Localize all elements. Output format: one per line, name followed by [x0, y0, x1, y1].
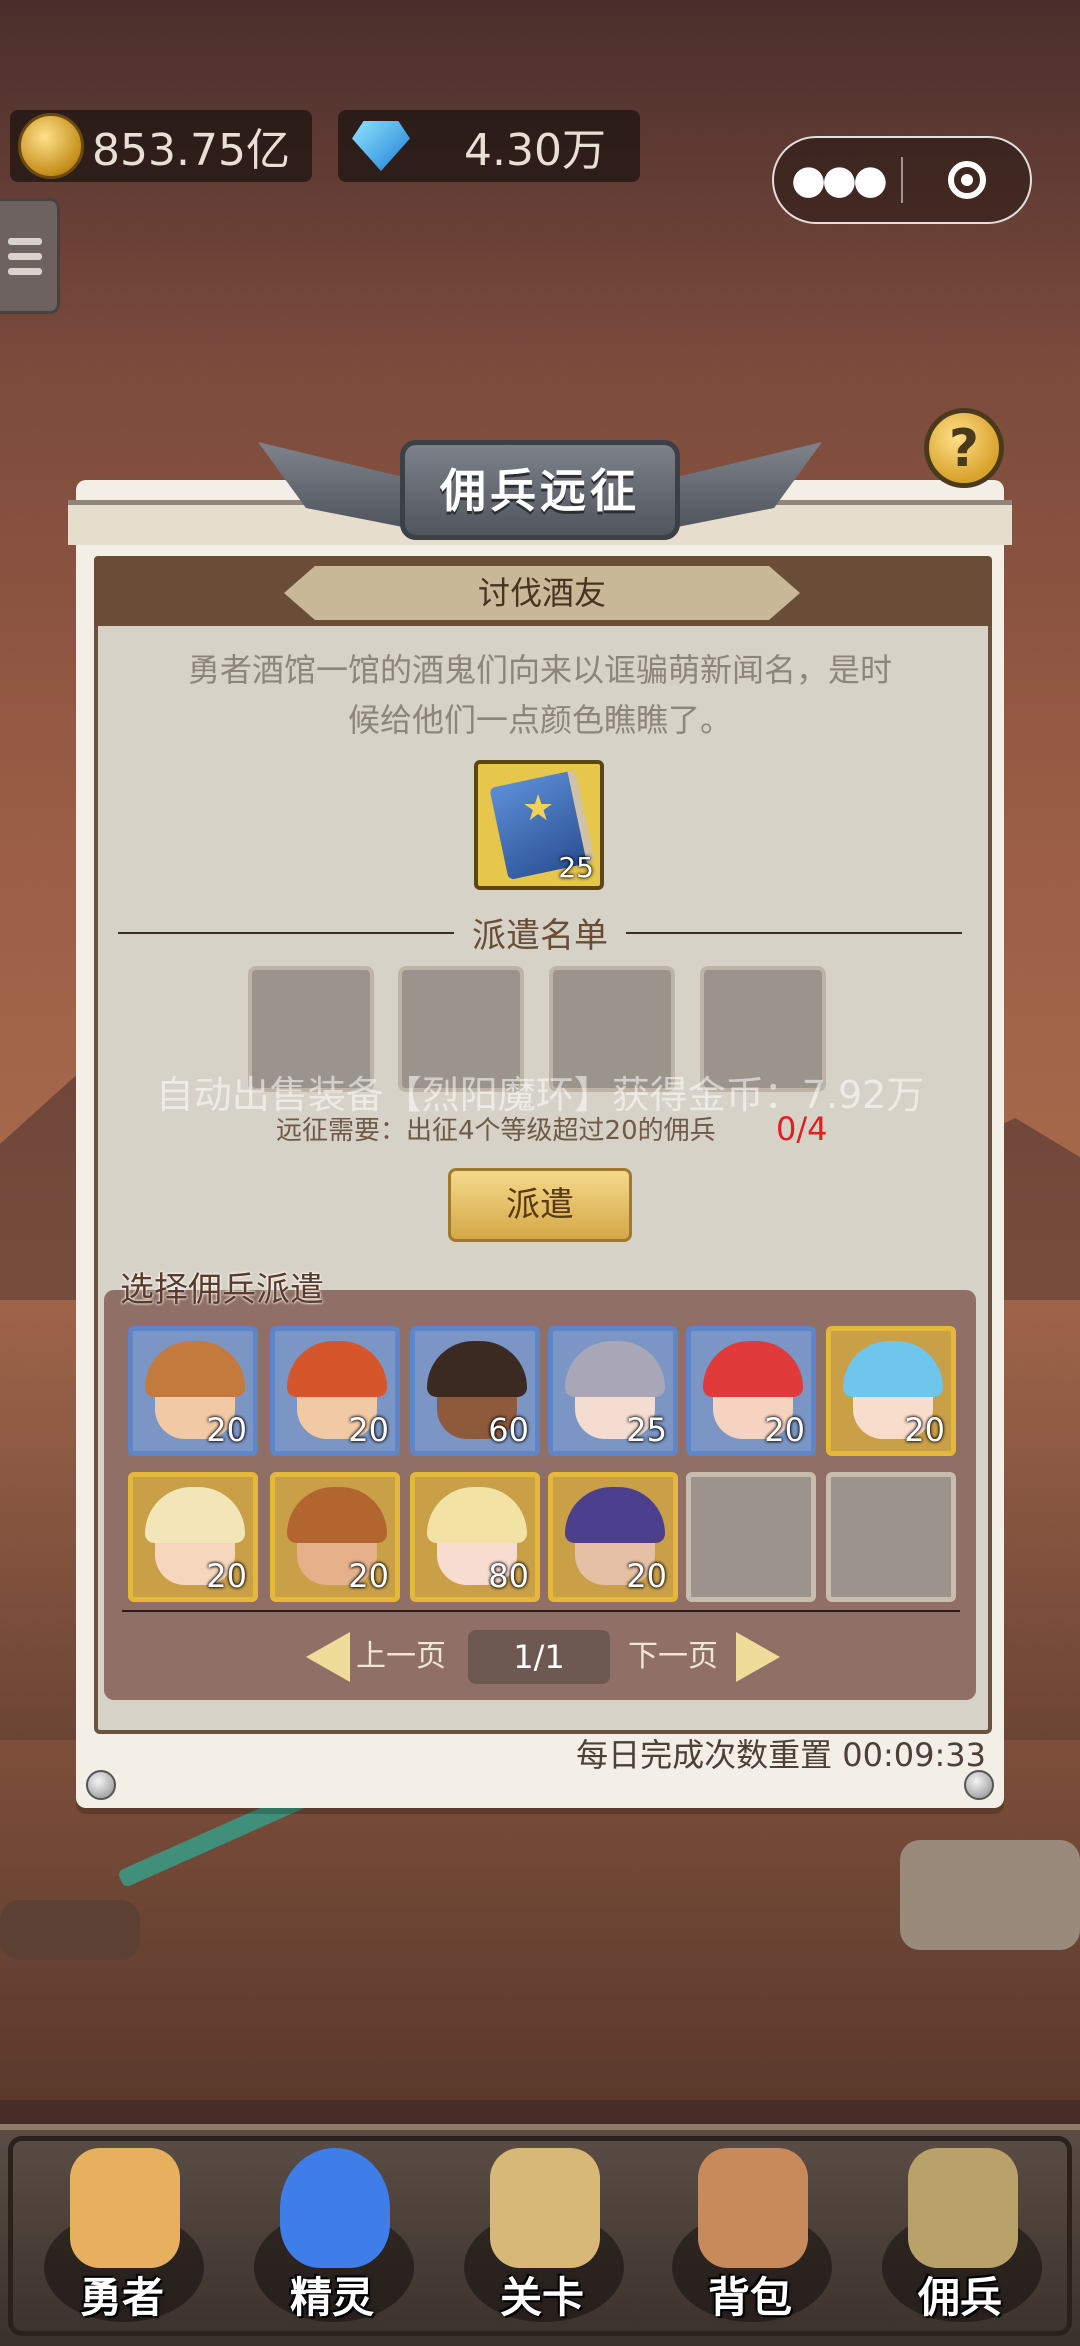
- background-rock: [900, 1840, 1080, 1950]
- help-button[interactable]: ?: [924, 408, 1004, 488]
- daily-reset-timer: 每日完成次数重置 00:09:33: [576, 1736, 986, 1774]
- hero-card[interactable]: 60: [410, 1326, 540, 1456]
- reward-count: 25: [558, 851, 594, 884]
- hero-level: 60: [488, 1411, 529, 1449]
- menu-line: [8, 237, 42, 245]
- hero-level: 20: [904, 1411, 945, 1449]
- nav-item-label: 背包: [707, 2273, 792, 2322]
- page-indicator: 1/1: [468, 1630, 610, 1684]
- mercenary-helmet-icon: [908, 2148, 1018, 2268]
- nav-item[interactable]: 背包: [650, 2140, 850, 2336]
- rivet-icon: [964, 1770, 994, 1800]
- hero-hair: [427, 1487, 527, 1543]
- backpack-icon: [698, 2148, 808, 2268]
- mission-description: 勇者酒馆一馆的酒鬼们向来以诓骗萌新闻名，是时 候给他们一点颜色瞧瞧了。: [130, 645, 950, 745]
- hero-card[interactable]: 20: [270, 1472, 400, 1602]
- hero-level: 20: [206, 1557, 247, 1595]
- hero-hair: [145, 1341, 245, 1397]
- nav-item-label: 佣兵: [917, 2273, 1002, 2322]
- side-menu-button[interactable]: [0, 198, 60, 314]
- requirement-text: 远征需要：出征4个等级超过20的佣兵: [276, 1116, 716, 1146]
- hero-card[interactable]: 20: [128, 1472, 258, 1602]
- spirit-icon: [280, 2148, 390, 2268]
- hero-hair: [703, 1341, 803, 1397]
- divider-left: [118, 932, 454, 934]
- mission-title: 讨伐酒友: [477, 574, 606, 612]
- rivet-icon: [86, 1770, 116, 1800]
- empty-hero-slot: [826, 1472, 956, 1602]
- hero-card[interactable]: 20: [826, 1326, 956, 1456]
- nav-item[interactable]: 勇者: [22, 2140, 222, 2336]
- next-page-button[interactable]: 下一页: [628, 1630, 718, 1684]
- roster-divider: [122, 1610, 960, 1612]
- dispatch-button[interactable]: 派遣: [448, 1168, 632, 1242]
- gem-counter: 4.30万: [338, 110, 640, 182]
- hero-card[interactable]: 20: [270, 1326, 400, 1456]
- hero-icon: [70, 2148, 180, 2268]
- hero-card[interactable]: 20: [548, 1472, 678, 1602]
- more-dots-icon[interactable]: ●●●: [774, 138, 901, 222]
- hero-card[interactable]: 25: [548, 1326, 678, 1456]
- hero-level: 20: [348, 1557, 389, 1595]
- description-line: 候给他们一点颜色瞧瞧了。: [347, 701, 732, 739]
- hero-hair: [843, 1341, 943, 1397]
- select-label: 选择佣兵派遣: [120, 1270, 324, 1310]
- hero-hair: [565, 1341, 665, 1397]
- hero-hair: [287, 1341, 387, 1397]
- hero-level: 20: [764, 1411, 805, 1449]
- nav-item-label: 精灵: [289, 2273, 374, 2322]
- hero-hair: [145, 1487, 245, 1543]
- hero-card[interactable]: 20: [128, 1326, 258, 1456]
- background-rock: [0, 1900, 140, 1960]
- hero-level: 25: [626, 1411, 667, 1449]
- menu-line: [8, 267, 42, 275]
- nav-item[interactable]: 精灵: [232, 2140, 432, 2336]
- mini-program-capsule: ●●●: [772, 136, 1032, 224]
- hero-level: 20: [206, 1411, 247, 1449]
- gold-coin-icon: [18, 113, 84, 179]
- nav-item[interactable]: 佣兵: [860, 2140, 1060, 2336]
- hero-hair: [565, 1487, 665, 1543]
- diamond-icon: [352, 121, 410, 171]
- hero-card[interactable]: 20: [686, 1326, 816, 1456]
- nav-item[interactable]: 关卡: [442, 2140, 642, 2336]
- star-icon: ★: [522, 788, 555, 829]
- hero-hair: [427, 1341, 527, 1397]
- gold-amount: 853.75亿: [92, 125, 290, 176]
- map-scroll-icon: [490, 2148, 600, 2268]
- empty-hero-slot: [686, 1472, 816, 1602]
- hero-card[interactable]: 80: [410, 1472, 540, 1602]
- nav-item-label: 关卡: [499, 2273, 584, 2322]
- hero-hair: [287, 1487, 387, 1543]
- gem-amount: 4.30万: [464, 125, 606, 176]
- hero-level: 80: [488, 1557, 529, 1595]
- dispatch-list-label: 派遣名单: [472, 916, 608, 956]
- gold-counter: 853.75亿: [10, 110, 312, 182]
- description-line: 勇者酒馆一馆的酒鬼们向来以诓骗萌新闻名，是时: [187, 651, 892, 689]
- reward-item[interactable]: ★ 25: [474, 760, 604, 890]
- menu-line: [8, 252, 42, 260]
- divider-right: [626, 932, 962, 934]
- close-target-icon[interactable]: [903, 161, 1030, 199]
- requirement-progress: 0/4: [776, 1110, 828, 1148]
- nav-item-label: 勇者: [79, 2273, 164, 2322]
- hero-level: 20: [626, 1557, 667, 1595]
- prev-page-button[interactable]: 上一页: [356, 1630, 446, 1684]
- hero-level: 20: [348, 1411, 389, 1449]
- panel-title: 佣兵远征: [400, 440, 680, 540]
